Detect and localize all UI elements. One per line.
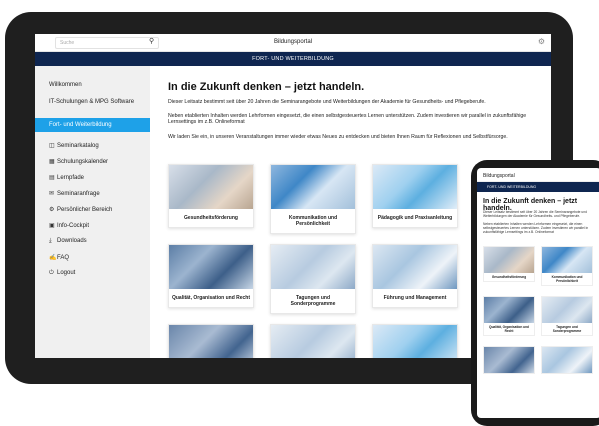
- power-icon: ⏻: [49, 270, 54, 276]
- intro-paragraph-2: Neben etablierten Inhalten werden Lehrfo…: [168, 113, 527, 126]
- settings-icon[interactable]: ⚙: [538, 37, 545, 46]
- card-image: [169, 165, 253, 209]
- intro-paragraph-3: Wir laden Sie ein, in unseren Veranstalt…: [168, 134, 508, 140]
- card-image: [373, 165, 457, 209]
- phone-category-card[interactable]: [483, 346, 535, 374]
- category-card[interactable]: [270, 324, 356, 358]
- category-card[interactable]: Qualität, Organisation und Recht: [168, 244, 254, 308]
- portal-title: Bildungsportal: [273, 39, 313, 45]
- sidebar-item-fort-weiterbildung[interactable]: Fort- und Weiterbildung: [35, 118, 150, 132]
- card-image: [484, 347, 534, 373]
- intro-paragraph-1: Dieser Leitsatz bestimmt seit über 20 Ja…: [168, 99, 486, 105]
- card-label: Führung und Management: [383, 295, 447, 301]
- card-label: Gesundheitsförderung: [184, 215, 238, 221]
- calendar-icon: ▦: [49, 159, 55, 165]
- sidebar-item-label: Persönlicher Bereich: [57, 207, 113, 213]
- phone-intro-paragraph-2: Neben etablierten Inhalten werden Lehrfo…: [483, 222, 589, 234]
- card-label: Kommunikation und Persönlichkeit: [288, 215, 338, 227]
- top-bar: Suche ⚲ Bildungsportal ⚙: [35, 34, 551, 52]
- sidebar-item-schulungskalender[interactable]: ▦ Schulungskalender: [35, 158, 150, 165]
- card-label: Qualität, Organisation und Recht: [171, 295, 251, 301]
- gear-icon: ⚙: [49, 207, 55, 213]
- category-card[interactable]: Gesundheitsförderung: [168, 164, 254, 228]
- phone-category-card[interactable]: Kommunikation und Persönlichkeit: [541, 246, 593, 286]
- phone-category-card[interactable]: Qualität, Organisation und Recht: [483, 296, 535, 336]
- card-image: [542, 297, 592, 323]
- phone-screen: Bildungsportal FORT- UND WEITERBILDUNG I…: [477, 168, 599, 418]
- sidebar-item-label: Seminarkatalog: [57, 143, 99, 149]
- card-label: Tagungen und Sonderprogramme: [552, 325, 582, 333]
- card-image: [373, 325, 457, 358]
- sidebar-item-label: Schulungskalender: [57, 159, 109, 165]
- category-card[interactable]: [372, 324, 458, 358]
- category-card[interactable]: Tagungen und Sonderprogramme: [270, 244, 356, 314]
- sidebar-item-label: Downloads: [57, 238, 87, 244]
- sidebar-item-lernpfade[interactable]: ▤ Lernpfade: [35, 174, 150, 181]
- phone-category-card[interactable]: Tagungen und Sonderprogramme: [541, 296, 593, 336]
- book-icon: ◫: [49, 143, 55, 149]
- page-title: In die Zukunft denken – jetzt handeln.: [168, 81, 365, 93]
- card-label: Kommunikation und Persönlichkeit: [551, 275, 583, 283]
- sidebar: Willkommen IT-Schulungen & MPG Software …: [35, 66, 150, 358]
- grid-icon: ▣: [49, 223, 55, 229]
- phone-portal-title: Bildungsportal: [477, 168, 599, 182]
- sidebar-item-info-cockpit[interactable]: ▣ Info-Cockpit: [35, 222, 150, 229]
- card-label: Qualität, Organisation und Recht: [488, 325, 530, 333]
- phone-intro-paragraph-1: Dieser Leitsatz bestimmt seit über 20 Ja…: [483, 210, 587, 218]
- category-card[interactable]: Führung und Management: [372, 244, 458, 308]
- sidebar-item-label: Seminaranfrage: [57, 191, 100, 197]
- path-icon: ▤: [49, 175, 55, 181]
- card-image: [484, 247, 534, 273]
- sidebar-item-faq[interactable]: ✍FAQ: [35, 254, 150, 261]
- category-card[interactable]: [168, 324, 254, 358]
- sidebar-item-it-schulungen[interactable]: IT-Schulungen & MPG Software: [35, 99, 150, 106]
- phone-nav-band[interactable]: FORT- UND WEITERBILDUNG: [477, 182, 599, 192]
- card-image: [373, 245, 457, 289]
- sidebar-item-logout[interactable]: ⏻ Logout: [35, 270, 150, 277]
- phone-category-card[interactable]: Gesundheitsförderung: [483, 246, 535, 282]
- sidebar-item-seminarkatalog[interactable]: ◫ Seminarkatalog: [35, 142, 150, 149]
- phone-device: Bildungsportal FORT- UND WEITERBILDUNG I…: [471, 160, 599, 426]
- category-card[interactable]: Pädagogik und Praxisanleitung: [372, 164, 458, 228]
- sidebar-item-downloads[interactable]: ⤓ Downloads: [35, 238, 150, 245]
- card-image: [542, 247, 592, 273]
- chat-icon: ✍: [49, 255, 57, 261]
- card-image: [484, 297, 534, 323]
- card-label: Pädagogik und Praxisanleitung: [377, 215, 453, 221]
- sidebar-welcome: Willkommen: [49, 82, 82, 88]
- card-image: [271, 165, 355, 209]
- sidebar-item-label: Lernpfade: [57, 175, 85, 181]
- card-label: Gesundheitsförderung: [491, 275, 527, 279]
- category-card[interactable]: Kommunikation und Persönlichkeit: [270, 164, 356, 234]
- sidebar-item-persoenlicher-bereich[interactable]: ⚙ Persönlicher Bereich: [35, 206, 150, 213]
- card-image: [271, 245, 355, 289]
- mail-icon: ✉: [49, 191, 55, 197]
- card-image: [169, 245, 253, 289]
- card-image: [271, 325, 355, 358]
- download-icon: ⤓: [49, 238, 52, 244]
- card-image: [542, 347, 592, 373]
- sidebar-item-label: FAQ: [57, 255, 70, 261]
- sidebar-item-label: Info-Cockpit: [57, 223, 90, 229]
- card-image: [169, 325, 253, 358]
- section-nav-band[interactable]: FORT- UND WEITERBILDUNG: [35, 52, 551, 66]
- sidebar-item-label: Logout: [57, 270, 76, 276]
- card-label: Tagungen und Sonderprogramme: [290, 295, 336, 307]
- sidebar-item-seminaranfrage[interactable]: ✉ Seminaranfrage: [35, 190, 150, 197]
- phone-category-card[interactable]: [541, 346, 593, 374]
